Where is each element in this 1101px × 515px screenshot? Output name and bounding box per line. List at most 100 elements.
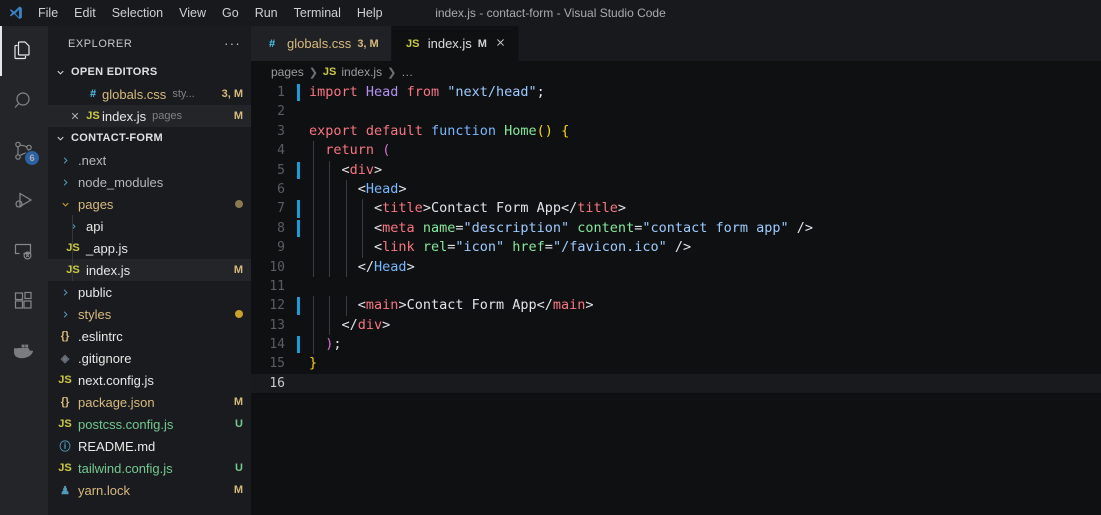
tree-file--app-js[interactable]: JS _app.js bbox=[48, 237, 251, 259]
tree-file--gitignore[interactable]: ◈ .gitignore bbox=[48, 347, 251, 369]
tab-globals-css[interactable]: # globals.css 3, M bbox=[251, 26, 392, 61]
tab-badge: 3, M bbox=[357, 37, 379, 50]
line-number: 1 bbox=[277, 85, 285, 100]
code-token: meta bbox=[382, 219, 415, 236]
code-token: > bbox=[422, 200, 431, 217]
git-file-icon: ◈ bbox=[60, 352, 70, 365]
tree-folder-public[interactable]: public bbox=[48, 281, 251, 303]
tree-file-postcss-config-js[interactable]: JS postcss.config.js U bbox=[48, 413, 251, 435]
code-line-text: </Head> bbox=[297, 257, 415, 277]
tree-folder-node-modules[interactable]: node_modules bbox=[48, 171, 251, 193]
code-token: name bbox=[422, 219, 456, 236]
indent-guide bbox=[345, 199, 347, 219]
tree-folder--next[interactable]: .next bbox=[48, 149, 251, 171]
tab-label: index.js bbox=[427, 36, 472, 51]
menu-file[interactable]: File bbox=[30, 0, 66, 26]
indent-guide bbox=[313, 315, 315, 336]
code-token: ; bbox=[536, 84, 545, 100]
indent-guide bbox=[313, 218, 315, 239]
open-editor-badge: M bbox=[233, 110, 243, 122]
code-line: 5 <div> bbox=[251, 160, 1101, 180]
tree-file-package-json[interactable]: {} package.json M bbox=[48, 391, 251, 413]
menu-view[interactable]: View bbox=[171, 0, 214, 26]
code-token: "next/head" bbox=[447, 84, 537, 100]
code-token: < bbox=[374, 219, 383, 236]
code-token: Contact Form App bbox=[406, 297, 537, 314]
line-number: 8 bbox=[277, 220, 285, 236]
code-token: Contact Form App bbox=[430, 200, 561, 217]
menu-edit[interactable]: Edit bbox=[66, 0, 104, 26]
tree-file-readme-md[interactable]: ⓘ README.md bbox=[48, 435, 251, 457]
explorer-more-actions-icon[interactable]: ··· bbox=[220, 36, 245, 51]
code-line: 10 </Head> bbox=[251, 257, 1101, 277]
project-section-header[interactable]: CONTACT-FORM bbox=[48, 127, 251, 149]
tree-folder-api[interactable]: api bbox=[48, 215, 251, 237]
menu-terminal[interactable]: Terminal bbox=[286, 0, 349, 26]
tree-file-index-js[interactable]: JS index.js M bbox=[48, 259, 251, 281]
tree-folder-pages[interactable]: pages bbox=[48, 193, 251, 215]
tree-item-label: index.js bbox=[86, 262, 131, 278]
indent-guide bbox=[329, 257, 331, 277]
tree-item-label: .eslintrc bbox=[78, 328, 123, 344]
remote-icon bbox=[12, 239, 36, 263]
code-token: "contact form app" bbox=[642, 219, 789, 236]
chevron-down-icon bbox=[52, 67, 68, 78]
indent-guide bbox=[313, 179, 315, 200]
tree-file-tailwind-config-js[interactable]: JS tailwind.config.js U bbox=[48, 457, 251, 479]
code-token: > bbox=[374, 161, 383, 178]
code-token: > bbox=[382, 316, 391, 333]
indent-guide bbox=[345, 179, 347, 200]
activity-extensions[interactable] bbox=[0, 276, 48, 326]
code-token: main bbox=[552, 297, 586, 314]
tab-index-js[interactable]: JS index.js M bbox=[391, 26, 519, 61]
code-editor[interactable]: 1 import Head from "next/head"; 2 3 export d… bbox=[251, 83, 1101, 515]
activity-explorer[interactable] bbox=[0, 26, 48, 76]
breadcrumb-folder[interactable]: pages bbox=[271, 65, 304, 79]
tree-item-label: api bbox=[86, 218, 104, 234]
line-number: 13 bbox=[269, 317, 285, 333]
menu-go[interactable]: Go bbox=[214, 0, 247, 26]
tree-folder-styles[interactable]: styles bbox=[48, 303, 251, 325]
title-bar: File Edit Selection View Go Run Terminal… bbox=[0, 0, 1101, 26]
chevron-right-icon: ❯ bbox=[387, 66, 397, 79]
close-icon[interactable] bbox=[66, 111, 84, 121]
tree-file--eslintrc[interactable]: {} .eslintrc bbox=[48, 325, 251, 347]
tree-item-label: package.json bbox=[78, 394, 155, 410]
open-editor-label: index.js bbox=[102, 108, 147, 124]
open-editor-globals-css[interactable]: # globals.css sty... 3, M bbox=[48, 83, 251, 105]
indent-guide bbox=[313, 257, 315, 277]
menu-help[interactable]: Help bbox=[349, 0, 391, 26]
source-control-badge: 6 bbox=[24, 150, 40, 166]
menu-run[interactable]: Run bbox=[247, 0, 286, 26]
indent-guide bbox=[345, 296, 347, 316]
code-line: 11 bbox=[251, 277, 1101, 296]
tree-file-next-config-js[interactable]: JS next.config.js bbox=[48, 369, 251, 391]
indent-guide bbox=[345, 238, 347, 258]
activity-source-control[interactable]: 6 bbox=[0, 126, 48, 176]
code-token: import bbox=[309, 84, 358, 100]
breadcrumb-file[interactable]: index.js bbox=[341, 65, 382, 79]
breadcrumb-symbol[interactable]: … bbox=[401, 65, 413, 79]
code-line: 13 </div> bbox=[251, 315, 1101, 336]
code-token: from bbox=[406, 84, 440, 100]
open-editors-section-header[interactable]: OPEN EDITORS bbox=[48, 61, 251, 83]
activity-search[interactable] bbox=[0, 76, 48, 126]
activity-remote-explorer[interactable] bbox=[0, 226, 48, 276]
activity-docker[interactable] bbox=[0, 326, 48, 376]
tree-item-label: _app.js bbox=[86, 240, 128, 256]
close-icon[interactable] bbox=[495, 36, 506, 51]
code-token: /> bbox=[796, 219, 814, 236]
open-editor-index-js[interactable]: JS index.js pages M bbox=[48, 105, 251, 127]
tree-item-status-dot bbox=[235, 200, 243, 208]
indent-guide bbox=[361, 238, 363, 258]
activity-run-and-debug[interactable] bbox=[0, 176, 48, 226]
menu-selection[interactable]: Selection bbox=[104, 0, 171, 26]
tree-file-yarn-lock[interactable]: ♟ yarn.lock M bbox=[48, 479, 251, 501]
